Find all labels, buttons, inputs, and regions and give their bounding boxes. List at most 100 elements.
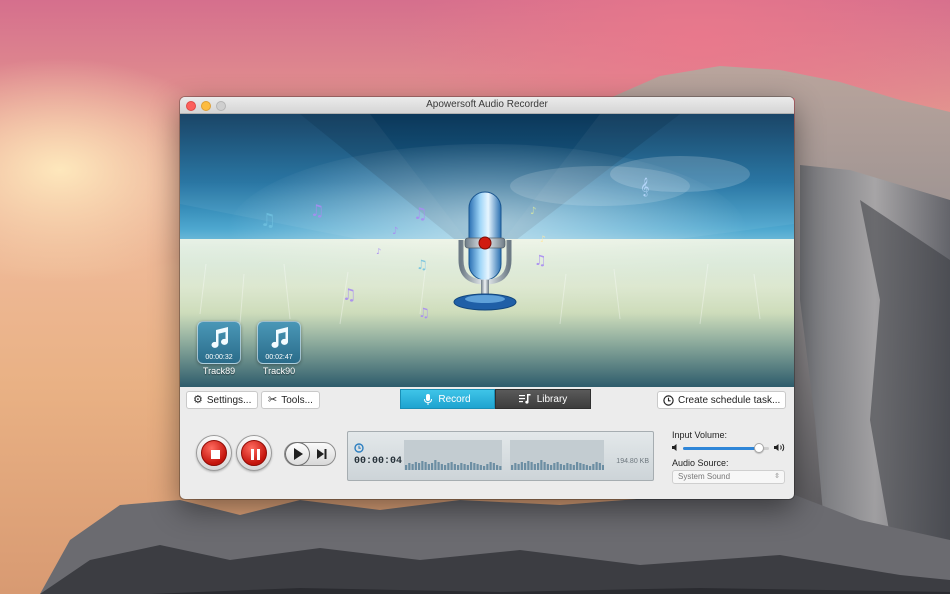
window-title: Apowersoft Audio Recorder	[426, 99, 548, 110]
tab-library-label: Library	[536, 393, 568, 405]
meter-bar	[408, 463, 411, 470]
track-duration: 00:02:47	[265, 354, 293, 361]
svg-text:♪: ♪	[540, 235, 546, 245]
audio-source-label: Audio Source:	[672, 458, 729, 468]
stop-icon	[211, 450, 220, 459]
meter-bar	[517, 464, 520, 470]
app-window: Apowersoft Audio Recorder ♫ ♫ ♫ ♫ ♫ ♪ ♪ …	[180, 97, 794, 499]
meter-bar	[569, 464, 572, 470]
meter-bar	[511, 465, 514, 470]
meter-bar	[592, 464, 595, 470]
tab-library[interactable]: Library	[495, 389, 591, 409]
microphone-icon	[424, 393, 433, 405]
meter-bar	[434, 460, 437, 470]
input-volume-label: Input Volume:	[672, 430, 728, 440]
meter-bar	[524, 463, 527, 470]
tools-icon: ✂	[268, 393, 278, 406]
play-icon	[294, 448, 303, 460]
track-item[interactable]: 00:02:47 Track90	[256, 321, 302, 379]
meter-bar	[566, 463, 569, 470]
settings-button[interactable]: ⚙ Settings...	[186, 391, 259, 409]
meter-bar	[514, 463, 517, 470]
track-item[interactable]: 00:00:32 Track89	[196, 321, 242, 379]
file-size: 194.80 KB	[616, 458, 649, 465]
meter-bar	[540, 460, 543, 470]
music-note-icon	[271, 327, 288, 348]
svg-text:♪: ♪	[376, 247, 381, 256]
pause-button-face	[241, 440, 267, 466]
audio-source-select[interactable]: System Sound ⇳	[672, 470, 785, 484]
music-note-icon	[211, 327, 228, 348]
meter-bar	[476, 464, 479, 470]
meter-bar	[499, 466, 502, 470]
meter-bar	[486, 464, 489, 470]
track-thumbnail: 00:02:47	[257, 321, 301, 364]
tools-button[interactable]: ✂ Tools...	[261, 391, 320, 409]
volume-slider-knob[interactable]	[753, 443, 764, 453]
stop-button[interactable]	[196, 435, 232, 471]
meter-bar	[418, 463, 421, 470]
meter-bar	[414, 462, 417, 470]
title-bar: Apowersoft Audio Recorder	[180, 97, 794, 114]
meter-bar	[470, 462, 473, 470]
meter-bar	[585, 465, 588, 470]
volume-slider-fill	[683, 447, 759, 450]
meter-bar	[556, 462, 559, 470]
microphone-illustration	[453, 191, 517, 311]
chevron-updown-icon: ⇳	[774, 473, 780, 480]
meter-bar	[421, 461, 424, 470]
input-volume-slider[interactable]	[683, 443, 769, 453]
speaker-low-icon	[672, 444, 677, 451]
meter-bar	[537, 463, 540, 470]
create-schedule-task-button[interactable]: Create schedule task...	[657, 391, 787, 409]
meter-bar	[496, 465, 499, 470]
meter-bar	[483, 466, 486, 470]
meter-bar	[572, 465, 575, 470]
recording-status-panel: 00:00:04 194.80 KB	[347, 431, 654, 481]
play-button[interactable]	[285, 442, 310, 466]
skip-forward-button[interactable]	[312, 443, 335, 465]
meter-bar	[576, 462, 579, 470]
clock-icon	[663, 394, 674, 406]
track-name: Track90	[262, 366, 296, 376]
tab-record-label: Record	[438, 393, 471, 405]
pause-button[interactable]	[236, 435, 272, 471]
meter-bar	[450, 462, 453, 470]
svg-text:♫: ♫	[418, 306, 430, 321]
tab-record[interactable]: Record	[400, 389, 495, 409]
svg-text:♫: ♫	[416, 258, 428, 273]
meter-bar	[527, 461, 530, 470]
meter-bar	[427, 464, 430, 470]
tools-label: Tools...	[281, 394, 313, 406]
meter-bar	[595, 462, 598, 470]
svg-text:♫: ♫	[342, 285, 356, 304]
meter-bar	[479, 465, 482, 470]
meter-bar	[444, 465, 447, 470]
track-thumbnail: 00:00:32	[197, 321, 241, 364]
meter-bar	[457, 465, 460, 470]
elapsed-time: 00:00:04	[354, 456, 403, 467]
gear-icon: ⚙	[193, 393, 203, 406]
meter-bar	[473, 463, 476, 470]
waveform-meter	[404, 440, 604, 470]
meter-bar	[411, 464, 414, 470]
create-schedule-task-label: Create schedule task...	[678, 394, 781, 406]
stop-button-face	[201, 440, 227, 466]
meter-bar	[460, 463, 463, 470]
timer-icon	[354, 443, 364, 453]
svg-text:♫: ♫	[413, 204, 427, 223]
pause-icon	[251, 449, 261, 460]
settings-label: Settings...	[206, 394, 252, 406]
meter-bar	[546, 464, 549, 470]
svg-text:♪: ♪	[392, 226, 398, 237]
track-duration: 00:00:32	[205, 354, 233, 361]
meter-bar	[598, 463, 601, 470]
meter-bar	[520, 462, 523, 470]
meter-bar	[533, 464, 536, 470]
speaker-high-icon	[774, 443, 785, 452]
meter-bar	[553, 463, 556, 470]
svg-text:𝄞: 𝄞	[640, 177, 649, 197]
svg-text:♫: ♫	[310, 201, 324, 220]
playback-group	[284, 442, 336, 466]
meter-bar	[492, 463, 495, 470]
